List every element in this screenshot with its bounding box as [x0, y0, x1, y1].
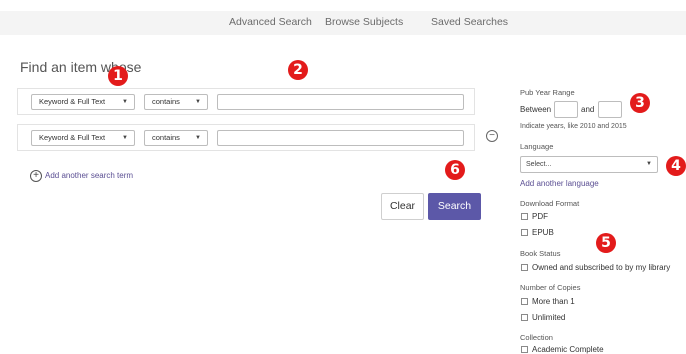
caret-down-icon: ▼ [195, 99, 201, 105]
annotation-marker-6: 6 [445, 160, 465, 180]
search-term-input[interactable] [217, 130, 464, 146]
add-search-term-label: Add another search term [45, 171, 134, 180]
year-from-input[interactable] [554, 101, 578, 118]
search-row: Keyword & Full Text ▼ contains ▼ [17, 88, 475, 115]
caret-down-icon: ▼ [122, 99, 128, 105]
annotation-marker-4: 4 [666, 156, 686, 176]
top-nav: Advanced Search Browse Subjects Saved Se… [0, 11, 686, 35]
caret-down-icon: ▼ [122, 135, 128, 141]
minus-circle-icon[interactable]: − [486, 130, 498, 142]
pub-year-label: Pub Year Range [520, 88, 575, 97]
owned-checkbox[interactable] [521, 264, 528, 271]
copies-label: Number of Copies [520, 283, 581, 292]
pub-year-hint: Indicate years, like 2010 and 2015 [520, 123, 627, 130]
tab-saved-searches[interactable]: Saved Searches [431, 16, 508, 28]
plus-circle-icon: + [30, 170, 42, 182]
annotation-marker-2: 2 [288, 60, 308, 80]
caret-down-icon: ▼ [646, 161, 652, 167]
search-row: Keyword & Full Text ▼ contains ▼ [17, 124, 475, 151]
owned-label: Owned and subscribed to by my library [532, 263, 671, 272]
unlimited-checkbox[interactable] [521, 314, 528, 321]
between-label: Between [520, 105, 552, 114]
caret-down-icon: ▼ [195, 135, 201, 141]
field-select[interactable]: Keyword & Full Text ▼ [31, 130, 135, 146]
annotation-marker-3: 3 [630, 93, 650, 113]
operator-select[interactable]: contains ▼ [144, 130, 208, 146]
language-select[interactable]: Select... ▼ [520, 156, 658, 173]
collection-label: Collection [520, 333, 553, 342]
search-button[interactable]: Search [428, 193, 481, 220]
clear-button[interactable]: Clear [381, 193, 424, 220]
year-to-input[interactable] [598, 101, 622, 118]
tab-browse-subjects[interactable]: Browse Subjects [325, 16, 403, 28]
academic-complete-label: Academic Complete [532, 345, 604, 354]
operator-select[interactable]: contains ▼ [144, 94, 208, 110]
add-language-link[interactable]: Add another language [520, 179, 599, 188]
pdf-label: PDF [532, 212, 548, 221]
operator-select-value: contains [152, 97, 180, 106]
unlimited-label: Unlimited [532, 313, 566, 322]
language-label: Language [520, 142, 554, 151]
annotation-marker-5: 5 [596, 233, 616, 253]
academic-complete-checkbox[interactable] [521, 346, 528, 353]
field-select[interactable]: Keyword & Full Text ▼ [31, 94, 135, 110]
epub-label: EPUB [532, 228, 554, 237]
epub-checkbox[interactable] [521, 229, 528, 236]
book-status-label: Book Status [520, 249, 561, 258]
and-label: and [581, 105, 595, 114]
download-format-label: Download Format [520, 199, 580, 208]
language-select-value: Select... [526, 161, 552, 168]
field-select-value: Keyword & Full Text [39, 97, 106, 106]
annotation-marker-1: 1 [108, 66, 128, 86]
operator-select-value: contains [152, 133, 180, 142]
tab-advanced-search[interactable]: Advanced Search [229, 16, 312, 28]
pdf-checkbox[interactable] [521, 213, 528, 220]
field-select-value: Keyword & Full Text [39, 133, 106, 142]
more-than-1-checkbox[interactable] [521, 298, 528, 305]
more-than-1-label: More than 1 [532, 297, 575, 306]
search-term-input[interactable] [217, 94, 464, 110]
